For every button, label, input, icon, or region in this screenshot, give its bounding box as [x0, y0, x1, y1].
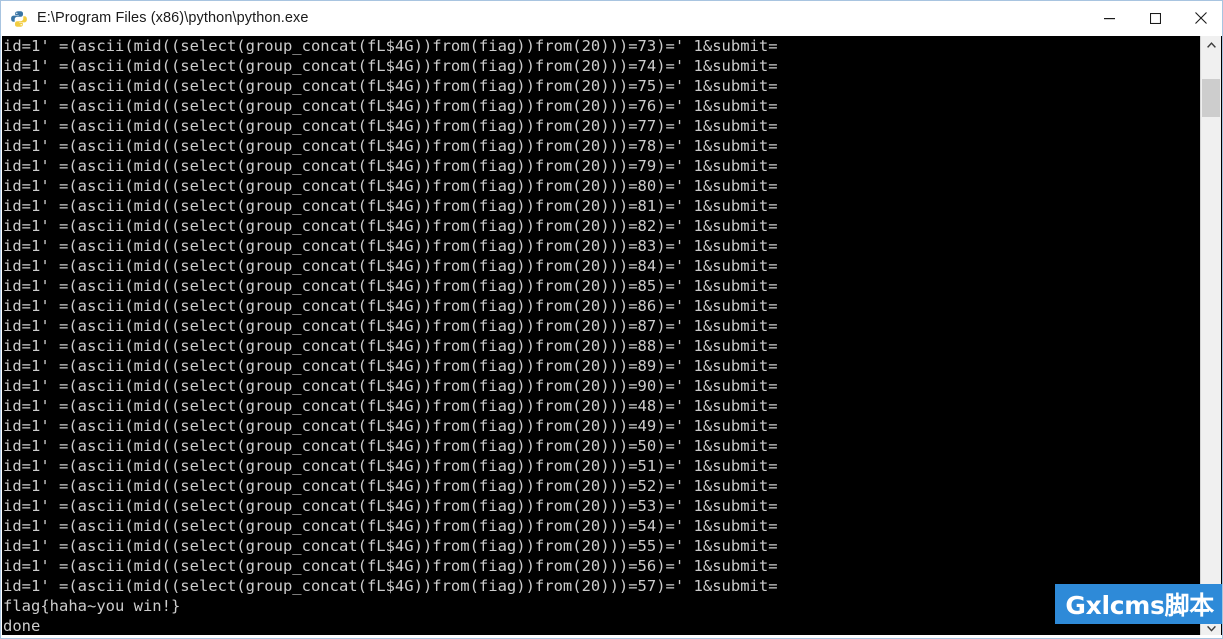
window-controls: [1086, 1, 1222, 35]
python-console-window: E:\Program Files (x86)\python\python.exe…: [0, 0, 1223, 639]
python-logo-icon: [10, 10, 28, 28]
watermark-badge: Gxlcms脚本: [1055, 584, 1222, 624]
window-title: E:\Program Files (x86)\python\python.exe: [37, 10, 309, 26]
title-bar[interactable]: E:\Program Files (x86)\python\python.exe: [1, 1, 1222, 36]
maximize-button[interactable]: [1132, 1, 1178, 35]
scrollbar-track[interactable]: [1201, 55, 1221, 619]
console-output-area[interactable]: id=1' =(ascii(mid((select(group_concat(f…: [2, 36, 1222, 638]
chevron-up-icon[interactable]: [1201, 36, 1221, 55]
window-bottom-edge: [1, 635, 1222, 638]
console-text: id=1' =(ascii(mid((select(group_concat(f…: [3, 37, 778, 635]
vertical-scrollbar[interactable]: [1200, 36, 1221, 638]
minimize-button[interactable]: [1086, 1, 1132, 35]
close-button[interactable]: [1178, 1, 1222, 35]
watermark-text: Gxlcms脚本: [1065, 591, 1214, 620]
scrollbar-thumb[interactable]: [1202, 79, 1220, 117]
